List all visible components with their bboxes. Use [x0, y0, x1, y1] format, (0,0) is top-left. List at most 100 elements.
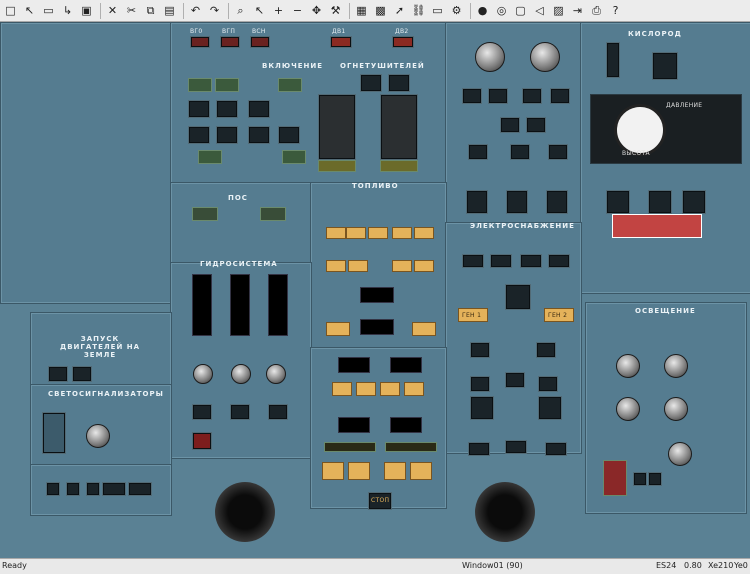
el-btn-8[interactable]: [505, 372, 525, 388]
lc-amber-2[interactable]: [356, 382, 376, 396]
el-btn-5[interactable]: [470, 342, 490, 358]
el-btn-3[interactable]: [520, 254, 542, 268]
el-btn-9[interactable]: [538, 376, 558, 392]
el-btn-4[interactable]: [548, 254, 570, 268]
ru-btn-4[interactable]: [550, 88, 570, 104]
hydro-knob-3[interactable]: [266, 364, 286, 384]
fr-btn-3[interactable]: [682, 190, 706, 214]
sl-btn-2[interactable]: [66, 482, 80, 496]
ru-btn-10[interactable]: [466, 190, 488, 214]
select-arrow-icon[interactable]: ↖: [251, 2, 268, 19]
fuel-amber-1[interactable]: [326, 227, 346, 239]
el-btn-14[interactable]: [545, 442, 567, 456]
paste-icon[interactable]: ▤: [161, 2, 178, 19]
el-switch-center[interactable]: [505, 284, 531, 310]
ru-btn-11[interactable]: [506, 190, 528, 214]
switch-8[interactable]: [360, 74, 382, 92]
lc-amber-3[interactable]: [380, 382, 400, 396]
sl-btn-1[interactable]: [46, 482, 60, 496]
lc-amber-5[interactable]: [322, 462, 344, 480]
el-btn-2[interactable]: [490, 254, 512, 268]
stop-icon[interactable]: ●: [474, 2, 491, 19]
el-btn-11[interactable]: [538, 396, 562, 420]
fire-handle-2[interactable]: [380, 94, 418, 160]
switch-7[interactable]: [278, 126, 300, 144]
light-knob-5[interactable]: [668, 442, 692, 466]
print-icon[interactable]: ⎙: [588, 2, 605, 19]
window-icon[interactable]: ▢: [512, 2, 529, 19]
oxygen-lever[interactable]: [606, 42, 620, 78]
fuel-amber-6[interactable]: [326, 260, 346, 272]
redo-icon[interactable]: ↷: [206, 2, 223, 19]
help-icon[interactable]: ?: [607, 2, 624, 19]
fuel-amber-7[interactable]: [348, 260, 368, 272]
undo-icon[interactable]: ↶: [187, 2, 204, 19]
hydro-btn-2[interactable]: [230, 404, 250, 420]
close-icon[interactable]: ✕: [104, 2, 121, 19]
signal-knob[interactable]: [86, 424, 110, 448]
red-guard[interactable]: [612, 214, 702, 238]
fuel-amber-3[interactable]: [368, 227, 388, 239]
hydro-btn-1[interactable]: [192, 404, 212, 420]
fuel-amber-8[interactable]: [392, 260, 412, 272]
fuel-amber-11[interactable]: [412, 322, 436, 336]
sl-btn-5[interactable]: [128, 482, 152, 496]
el-btn-13[interactable]: [505, 440, 527, 454]
switch-3[interactable]: [248, 100, 270, 118]
wrench-icon[interactable]: ⚒: [327, 2, 344, 19]
light-knob-3[interactable]: [616, 397, 640, 421]
lc-amber-8[interactable]: [410, 462, 432, 480]
ru-btn-6[interactable]: [526, 117, 546, 133]
link-icon[interactable]: ⛓: [410, 2, 427, 19]
save-icon[interactable]: ▣: [78, 2, 95, 19]
el-btn-10[interactable]: [470, 396, 494, 420]
image-icon[interactable]: ▨: [550, 2, 567, 19]
switch-9[interactable]: [388, 74, 410, 92]
right-knob-1[interactable]: [475, 42, 505, 72]
lc-amber-6[interactable]: [348, 462, 370, 480]
stop-button[interactable]: СТОП: [368, 492, 392, 510]
oxygen-btn[interactable]: [652, 52, 678, 80]
copy-icon[interactable]: ⧉: [142, 2, 159, 19]
light-knob-4[interactable]: [664, 397, 688, 421]
sl-btn-4[interactable]: [102, 482, 126, 496]
hydro-knob-2[interactable]: [231, 364, 251, 384]
arrow-icon[interactable]: ➚: [391, 2, 408, 19]
light-knob-1[interactable]: [616, 354, 640, 378]
sl-btn-3[interactable]: [86, 482, 100, 496]
fr-btn-1[interactable]: [606, 190, 630, 214]
switch-5[interactable]: [216, 126, 238, 144]
cut-icon[interactable]: ✂: [123, 2, 140, 19]
lc-amber-1[interactable]: [332, 382, 352, 396]
signal-switch-box[interactable]: [42, 412, 66, 454]
el-btn-1[interactable]: [462, 254, 484, 268]
zoom-icon[interactable]: ⌕: [232, 2, 249, 19]
fuel-amber-5[interactable]: [414, 227, 434, 239]
light-red-switch[interactable]: [603, 460, 627, 496]
move-icon[interactable]: ✥: [308, 2, 325, 19]
fuel-amber-9[interactable]: [414, 260, 434, 272]
ru-btn-8[interactable]: [510, 144, 530, 160]
layers-icon[interactable]: ▩: [372, 2, 389, 19]
throttle-hole-left[interactable]: [215, 482, 275, 542]
ru-btn-12[interactable]: [546, 190, 568, 214]
fuel-amber-4[interactable]: [392, 227, 412, 239]
open-arrow-icon[interactable]: ↳: [59, 2, 76, 19]
new-icon[interactable]: □: [2, 2, 19, 19]
map-icon[interactable]: ◎: [493, 2, 510, 19]
switch-4[interactable]: [188, 126, 210, 144]
back-icon[interactable]: ◁: [531, 2, 548, 19]
hydro-knob-1[interactable]: [193, 364, 213, 384]
ru-btn-7[interactable]: [468, 144, 488, 160]
tools-icon[interactable]: ⚙: [448, 2, 465, 19]
light-knob-2[interactable]: [664, 354, 688, 378]
ru-btn-1[interactable]: [462, 88, 482, 104]
eng-btn-1[interactable]: [48, 366, 68, 382]
ru-btn-2[interactable]: [488, 88, 508, 104]
zoom-in-icon[interactable]: +: [270, 2, 287, 19]
el-btn-7[interactable]: [470, 376, 490, 392]
el-btn-6[interactable]: [536, 342, 556, 358]
lc-amber-7[interactable]: [384, 462, 406, 480]
eng-btn-2[interactable]: [72, 366, 92, 382]
export-icon[interactable]: ⇥: [569, 2, 586, 19]
